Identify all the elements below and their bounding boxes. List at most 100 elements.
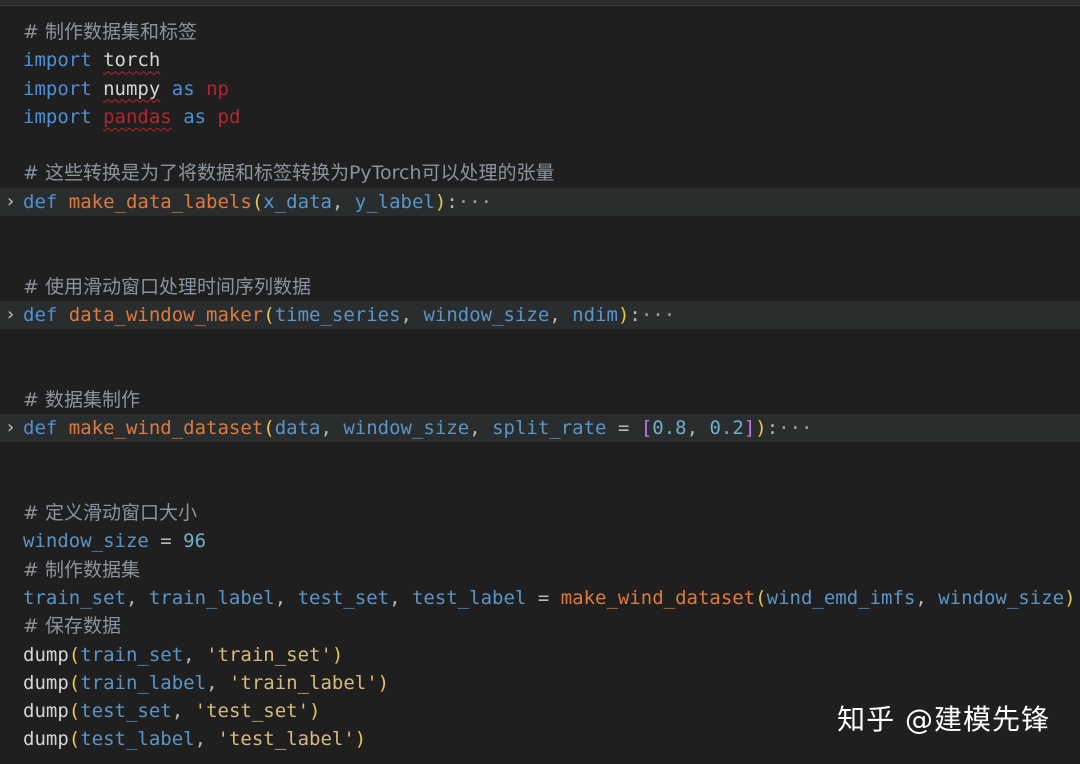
code-line: # 使用滑动窗口处理时间序列数据 [0, 273, 1080, 301]
comma: , [549, 304, 572, 326]
paren-open: ( [69, 672, 80, 694]
comma: , [389, 587, 412, 609]
blank-line [0, 244, 1080, 272]
colon: : [446, 191, 457, 213]
variable: train_set [23, 587, 126, 609]
argument: test_label [80, 728, 194, 750]
param: ndim [572, 304, 618, 326]
paren-close: ) [1064, 587, 1075, 609]
argument: test_set [80, 700, 172, 722]
blank-line [0, 131, 1080, 159]
function-call: dump [23, 700, 69, 722]
param: y_label [355, 191, 435, 213]
paren-open: ( [69, 728, 80, 750]
code-comment: # 制作数据集 [23, 559, 140, 581]
string: 'test_label' [218, 728, 355, 750]
paren-close: ) [755, 417, 766, 439]
function-call: make_wind_dataset [561, 587, 755, 609]
function-name: data_window_maker [69, 304, 263, 326]
variable: test_set [298, 587, 390, 609]
fold-chevron-icon[interactable]: › [5, 301, 16, 329]
folded-ellipsis[interactable]: ··· [778, 417, 812, 439]
code-line: # 定义滑动窗口大小 [0, 499, 1080, 527]
code-comment: # 定义滑动窗口大小 [23, 502, 197, 524]
paren-close: ) [332, 644, 343, 666]
code-line: # 数据集制作 [0, 386, 1080, 414]
module-numpy[interactable]: numpy [103, 78, 160, 100]
operator: = [526, 587, 560, 609]
module-pandas[interactable]: pandas [103, 106, 172, 128]
comma: , [469, 417, 492, 439]
number: 0.2 [709, 417, 743, 439]
paren-close: ) [378, 672, 389, 694]
paren-open: ( [755, 587, 766, 609]
code-line: dump(train_label, 'train_label') [0, 669, 1080, 697]
function-call: dump [23, 728, 69, 750]
keyword-import: import [23, 106, 92, 128]
code-line: # 这些转换是为了将数据和标签转换为PyTorch可以处理的张量 [0, 159, 1080, 187]
blank-line [0, 358, 1080, 386]
comma: , [172, 700, 195, 722]
keyword-import: import [23, 49, 92, 71]
variable: train_label [149, 587, 275, 609]
argument: window_size [938, 587, 1064, 609]
code-line: # 制作数据集和标签 [0, 18, 1080, 46]
code-comment: # 使用滑动窗口处理时间序列数据 [23, 276, 311, 298]
folded-function-make-wind-dataset[interactable]: ›def make_wind_dataset(data, window_size… [0, 414, 1080, 442]
paren-close: ) [435, 191, 446, 213]
module-torch[interactable]: torch [103, 49, 160, 71]
comma: , [183, 644, 206, 666]
colon: : [767, 417, 778, 439]
operator: = [149, 530, 183, 552]
operator: = [606, 417, 640, 439]
param: x_data [263, 191, 332, 213]
paren-open: ( [69, 700, 80, 722]
param: data [275, 417, 321, 439]
comma: , [332, 191, 355, 213]
bracket-close: ] [744, 417, 755, 439]
code-line: import torch [0, 46, 1080, 74]
folded-ellipsis[interactable]: ··· [458, 191, 492, 213]
alias-pd: pd [218, 106, 241, 128]
blank-line [0, 471, 1080, 499]
code-line: # 保存数据 [0, 612, 1080, 640]
paren-open: ( [252, 191, 263, 213]
comma: , [195, 728, 218, 750]
paren-close: ) [309, 700, 320, 722]
keyword-def: def [23, 304, 57, 326]
blank-line [0, 329, 1080, 357]
number: 96 [183, 530, 206, 552]
comma: , [126, 587, 149, 609]
argument: train_label [80, 672, 206, 694]
watermark: 知乎 @建模先锋 [837, 698, 1050, 738]
fold-chevron-icon[interactable]: › [5, 188, 16, 216]
fold-chevron-icon[interactable]: › [5, 414, 16, 442]
keyword-as: as [172, 78, 195, 100]
code-comment: # 保存数据 [23, 615, 121, 637]
window-top-edge [0, 0, 1080, 6]
code-line: import pandas as pd [0, 103, 1080, 131]
bracket-open: [ [641, 417, 652, 439]
code-editor[interactable]: # 制作数据集和标签 import torch import numpy as … [0, 18, 1080, 754]
comma: , [320, 417, 343, 439]
comma: , [687, 417, 710, 439]
paren-open: ( [263, 304, 274, 326]
keyword-def: def [23, 417, 57, 439]
string: 'train_label' [229, 672, 378, 694]
function-call: dump [23, 672, 69, 694]
argument: train_set [80, 644, 183, 666]
code-comment: # 数据集制作 [23, 389, 140, 411]
code-line: import numpy as np [0, 75, 1080, 103]
folded-function-data-window-maker[interactable]: ›def data_window_maker(time_series, wind… [0, 301, 1080, 329]
variable: window_size [23, 530, 149, 552]
number: 0.8 [652, 417, 686, 439]
keyword-def: def [23, 191, 57, 213]
comma: , [206, 672, 229, 694]
folded-ellipsis[interactable]: ··· [641, 304, 675, 326]
comma: , [275, 587, 298, 609]
paren-open: ( [263, 417, 274, 439]
param: split_rate [492, 417, 606, 439]
folded-function-make-data-labels[interactable]: ›def make_data_labels(x_data, y_label):·… [0, 188, 1080, 216]
blank-line [0, 216, 1080, 244]
code-line: train_set, train_label, test_set, test_l… [0, 584, 1080, 612]
